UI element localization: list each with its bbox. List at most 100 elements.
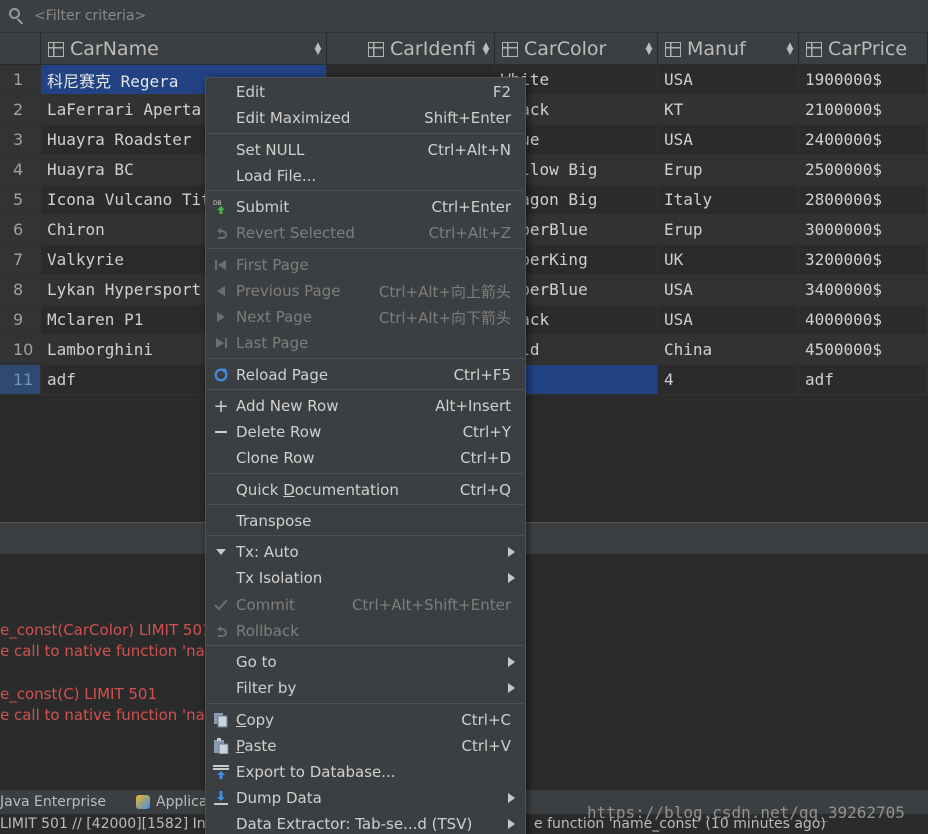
sort-icon[interactable]: ▲ ▼ (314, 42, 322, 57)
application-tab[interactable]: Applicat (136, 794, 213, 810)
menu-label: Rollback (236, 622, 299, 640)
column-header-carprice[interactable]: CarPrice (799, 33, 928, 65)
menu-shortcut: Ctrl+F5 (453, 366, 511, 384)
menu-shortcut: Ctrl+Alt+向上箭头 (378, 282, 511, 301)
menu-item-last-page[interactable]: Last Page (206, 330, 525, 356)
sort-icon[interactable]: ▲ ▼ (482, 42, 490, 57)
menu-item-add-new-row[interactable]: + Add New Row Alt+Insert (206, 393, 525, 419)
svg-text:DB: DB (213, 200, 222, 207)
row-number[interactable]: 8 (0, 275, 41, 305)
first-page-icon (213, 257, 229, 273)
cell-carprice[interactable]: 2100000$ (799, 95, 928, 125)
sort-icon[interactable]: ▲ ▼ (645, 42, 653, 57)
filter-criteria-input[interactable]: <Filter criteria> (34, 8, 146, 24)
cell-carprice[interactable]: 3000000$ (799, 215, 928, 245)
menu-item-tx-auto[interactable]: Tx: Auto (206, 539, 525, 565)
row-number[interactable]: 9 (0, 305, 41, 335)
menu-label: Delete Row (236, 423, 322, 441)
row-number[interactable]: 11 (0, 365, 41, 395)
menu-label: Clone Row (236, 449, 315, 467)
paste-icon (213, 738, 229, 754)
column-icon (665, 41, 681, 57)
menu-label: Last Page (236, 334, 309, 352)
menu-item-reload-page[interactable]: Reload Page Ctrl+F5 (206, 362, 525, 388)
menu-item-data-extractor[interactable]: Data Extractor: Tab-se...d (TSV) (206, 811, 525, 834)
menu-item-set-null[interactable]: Set NULL Ctrl+Alt+N (206, 137, 525, 163)
row-number[interactable]: 7 (0, 245, 41, 275)
column-header-caridenfi[interactable]: CarIdenfi ▲ ▼ (327, 33, 495, 65)
menu-separator (207, 190, 524, 191)
menu-item-copy[interactable]: Copy Ctrl+C (206, 707, 525, 733)
cell-manuf[interactable]: USA (658, 125, 799, 155)
menu-item-edit-maximized[interactable]: Edit Maximized Shift+Enter (206, 105, 525, 131)
menu-item-transpose[interactable]: Transpose (206, 508, 525, 534)
menu-shortcut: Shift+Enter (424, 109, 511, 127)
submenu-arrow-icon (508, 793, 515, 803)
row-number[interactable]: 3 (0, 125, 41, 155)
menu-label: Edit Maximized (236, 109, 351, 127)
menu-item-dump-data[interactable]: Dump Data (206, 785, 525, 811)
menu-separator (207, 133, 524, 134)
java-enterprise-tab[interactable]: Java Enterprise (0, 794, 106, 810)
menu-separator (207, 248, 524, 249)
menu-item-quick-documentation[interactable]: Quick Documentation Ctrl+Q (206, 477, 525, 503)
column-header-manuf[interactable]: Manuf ▲ ▼ (658, 33, 799, 65)
cell-carprice[interactable]: 2800000$ (799, 185, 928, 215)
row-number[interactable]: 4 (0, 155, 41, 185)
filter-search-icon[interactable] (7, 7, 25, 25)
rownum-header (0, 33, 41, 65)
row-number[interactable]: 2 (0, 95, 41, 125)
menu-label: Go to (236, 653, 277, 671)
menu-item-first-page[interactable]: First Page (206, 252, 525, 278)
cell-carprice[interactable]: 1900000$ (799, 65, 928, 95)
column-header-carname[interactable]: CarName ▲ ▼ (41, 33, 327, 65)
menu-separator (207, 703, 524, 704)
cell-manuf[interactable]: Erup (658, 215, 799, 245)
menu-item-previous-page[interactable]: Previous Page Ctrl+Alt+向上箭头 (206, 278, 525, 304)
row-number[interactable]: 1 (0, 65, 41, 95)
cell-manuf[interactable]: USA (658, 65, 799, 95)
filter-bar[interactable]: <Filter criteria> (0, 0, 928, 33)
row-number[interactable]: 6 (0, 215, 41, 245)
menu-item-next-page[interactable]: Next Page Ctrl+Alt+向下箭头 (206, 304, 525, 330)
row-number[interactable]: 5 (0, 185, 41, 215)
menu-item-clone-row[interactable]: Clone Row Ctrl+D (206, 445, 525, 471)
menu-item-load-file[interactable]: Load File... (206, 163, 525, 189)
menu-item-revert-selected[interactable]: Revert Selected Ctrl+Alt+Z (206, 220, 525, 246)
sort-icon[interactable]: ▲ ▼ (786, 42, 794, 57)
export-icon (213, 764, 229, 780)
column-header-carcolor[interactable]: CarColor ▲ ▼ (495, 33, 658, 65)
cell-carprice[interactable]: 4500000$ (799, 335, 928, 365)
cell-manuf[interactable]: Erup (658, 155, 799, 185)
cell-manuf[interactable]: China (658, 335, 799, 365)
cell-manuf[interactable]: UK (658, 245, 799, 275)
cell-carprice[interactable]: 3400000$ (799, 275, 928, 305)
previous-page-icon (213, 283, 229, 299)
cell-manuf[interactable]: USA (658, 275, 799, 305)
cell-carprice[interactable]: adf (799, 365, 928, 395)
menu-item-export-to-database[interactable]: Export to Database... (206, 759, 525, 785)
menu-item-submit[interactable]: DB Submit Ctrl+Enter (206, 194, 525, 220)
menu-item-delete-row[interactable]: Delete Row Ctrl+Y (206, 419, 525, 445)
menu-label: Load File... (236, 167, 317, 185)
menu-item-tx-isolation[interactable]: Tx Isolation (206, 565, 525, 591)
menu-item-rollback[interactable]: Rollback (206, 618, 525, 644)
cell-manuf[interactable]: KT (658, 95, 799, 125)
menu-item-commit[interactable]: Commit Ctrl+Alt+Shift+Enter (206, 592, 525, 618)
menu-item-go-to[interactable]: Go to (206, 649, 525, 675)
menu-shortcut: Ctrl+Alt+Shift+Enter (351, 596, 511, 614)
cell-carprice[interactable]: 3200000$ (799, 245, 928, 275)
row-number[interactable]: 10 (0, 335, 41, 365)
menu-item-paste[interactable]: Paste Ctrl+V (206, 733, 525, 759)
menu-item-filter-by[interactable]: Filter by (206, 675, 525, 701)
cell-manuf[interactable]: 4 (658, 365, 799, 395)
menu-shortcut: Ctrl+V (461, 737, 511, 755)
menu-label: Copy (236, 711, 274, 729)
cell-manuf[interactable]: Italy (658, 185, 799, 215)
cell-carprice[interactable]: 4000000$ (799, 305, 928, 335)
cell-manuf[interactable]: USA (658, 305, 799, 335)
check-icon (213, 597, 229, 613)
menu-item-edit[interactable]: Edit F2 (206, 79, 525, 105)
cell-carprice[interactable]: 2400000$ (799, 125, 928, 155)
cell-carprice[interactable]: 2500000$ (799, 155, 928, 185)
